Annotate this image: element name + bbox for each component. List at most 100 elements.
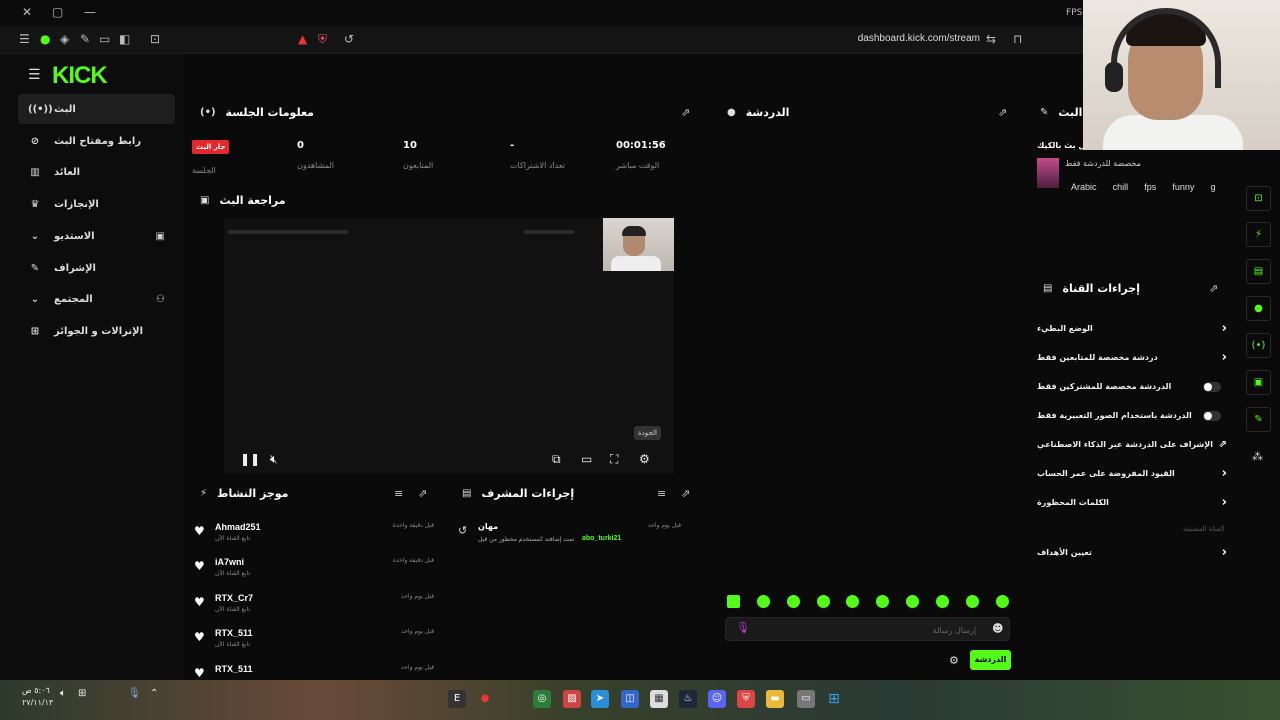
microphone-tray-icon[interactable]: 🎙︎ xyxy=(128,688,141,699)
wrench-icon[interactable]: ✎ xyxy=(1246,407,1271,432)
emote-icon[interactable] xyxy=(727,595,740,608)
activity-username[interactable]: Ahmad251 xyxy=(215,522,261,532)
popout-icon[interactable]: ⇗ xyxy=(681,487,690,500)
tabs-icon[interactable]: ▭ xyxy=(99,32,110,46)
kick-logo[interactable]: KICK xyxy=(52,62,108,90)
activity-username[interactable]: iA7wni xyxy=(215,557,244,567)
broadcast-icon[interactable]: (•) xyxy=(1246,333,1271,358)
file-explorer-icon[interactable]: ▬ xyxy=(766,690,784,708)
channel-action-slow-mode[interactable]: الوضع البطيء › xyxy=(1037,320,1227,340)
alert-icon[interactable]: ▲ xyxy=(298,32,307,46)
subscribers-only-toggle[interactable] xyxy=(1203,382,1221,392)
chevron-up-icon[interactable]: ⌃ xyxy=(150,688,158,699)
menu-icon[interactable]: ☰ xyxy=(19,32,30,46)
sidebar-item-stream-key[interactable]: ⊘ رابط ومفتاح البث xyxy=(18,126,175,156)
chat-bubble-icon[interactable]: ● xyxy=(1246,296,1271,321)
volume-icon[interactable]: 🔈︎ xyxy=(60,688,66,699)
mod-action-moderator[interactable]: abo_turki21 xyxy=(582,535,621,542)
channel-action-followers-only[interactable]: دردشة مخصصة للمتابعين فقط › xyxy=(1037,349,1227,369)
epic-games-icon[interactable]: E xyxy=(448,690,466,708)
popout-icon[interactable]: ⇗ xyxy=(998,106,1007,119)
category-name[interactable]: مخصصة للدردشة فقط xyxy=(1065,159,1141,168)
telegram-icon[interactable]: ➤ xyxy=(591,690,609,708)
activity-username[interactable]: RTX_511 xyxy=(215,628,253,638)
sidebar-item-revenue[interactable]: ▥ العائد xyxy=(18,157,175,187)
sidebar-item-studio[interactable]: ⌄ الاستديو ▣ xyxy=(18,221,175,251)
share-icon[interactable]: ⁂ xyxy=(1252,450,1263,463)
filter-icon[interactable]: ≡ xyxy=(394,487,403,500)
emote-icon[interactable] xyxy=(757,595,770,608)
chrome-icon[interactable]: ◎ xyxy=(533,690,551,708)
bookmark-icon[interactable]: ⊓ xyxy=(1013,32,1022,46)
channel-action-ai-moderation[interactable]: الإشراف على الدردشة عبر الذكاء الاصطناعي… xyxy=(1037,436,1227,456)
emote-icon[interactable] xyxy=(876,595,889,608)
chat-message-input[interactable] xyxy=(756,622,976,638)
emote-icon[interactable] xyxy=(817,595,830,608)
popout-icon[interactable]: ⇗ xyxy=(681,106,690,119)
brave-shield-icon[interactable]: ⛨ xyxy=(318,32,327,47)
emote-only-toggle[interactable] xyxy=(1203,411,1221,421)
chevron-right-icon: › xyxy=(1221,350,1227,365)
focus-icon[interactable]: ⊡ xyxy=(1246,186,1271,211)
bolt-icon[interactable]: ⚡ xyxy=(1246,222,1271,247)
pip-icon[interactable]: ⧉ xyxy=(552,452,561,467)
emote-icon[interactable] xyxy=(996,595,1009,608)
sidebar-item-drops[interactable]: ⊞ الإنزالات و الجوائز xyxy=(18,316,175,346)
translate-icon[interactable]: ⇆ xyxy=(986,32,996,46)
emoji-icon[interactable]: ☻ xyxy=(992,622,1003,635)
image-viewer-icon[interactable]: ▨ xyxy=(563,690,581,708)
undo-icon[interactable]: ↺ xyxy=(458,524,467,537)
emote-icon[interactable] xyxy=(936,595,949,608)
mute-icon[interactable]: 🔇︎ xyxy=(270,452,278,467)
activity-username[interactable]: RTX_Cr7 xyxy=(215,593,253,603)
emote-icon[interactable] xyxy=(846,595,859,608)
microphone-icon[interactable]: 🎙︎ xyxy=(736,621,750,634)
calendar-icon[interactable]: ▦ xyxy=(650,690,668,708)
layout-icon[interactable]: ▣ xyxy=(1246,370,1271,395)
chat-send-button[interactable]: الدردشة xyxy=(970,650,1011,670)
emote-icon[interactable] xyxy=(966,595,979,608)
theater-icon[interactable]: ▭ xyxy=(581,452,592,466)
record-icon[interactable]: ● xyxy=(476,690,494,708)
reload-icon[interactable]: ↺ xyxy=(344,32,354,46)
sidebar-item-community[interactable]: ⌄ المجتمع ⚇ xyxy=(18,284,175,314)
steam-icon[interactable]: ♨ xyxy=(679,690,697,708)
windows-start-icon[interactable]: ⊞ xyxy=(825,690,843,708)
chat-settings-icon[interactable]: ⚙ xyxy=(949,654,959,667)
sidebar-item-achievements[interactable]: ♛ الإنجازات xyxy=(18,189,175,219)
stat-viewers: 0 المشاهدون xyxy=(297,140,334,170)
hamburger-icon[interactable]: ☰ xyxy=(28,67,41,83)
restore-window-icon[interactable]: ▢ xyxy=(52,5,63,19)
discord-icon[interactable]: ☺ xyxy=(708,690,726,708)
capture-icon[interactable]: ◫ xyxy=(621,690,639,708)
clipboard-icon[interactable]: ▤ xyxy=(1246,259,1271,284)
network-icon[interactable]: ⊞ xyxy=(78,688,86,699)
pause-icon[interactable]: ❚❚ xyxy=(240,452,260,466)
sidebar-item-moderation[interactable]: ✎ الإشراف xyxy=(18,253,175,283)
emote-icon[interactable] xyxy=(906,595,919,608)
app-icon[interactable]: ▭ xyxy=(797,690,815,708)
close-window-icon[interactable]: ✕ xyxy=(22,5,32,19)
shield-icon[interactable]: ◈ xyxy=(60,32,69,46)
channel-action-banned-words[interactable]: الكلمات المحظورة › xyxy=(1037,494,1227,514)
sidebar-item-stream[interactable]: ((•)) البث xyxy=(18,94,175,124)
pin-icon[interactable]: ✎ xyxy=(80,32,90,46)
channel-action-account-age[interactable]: القيود المفروضة على عمر الحساب › xyxy=(1037,465,1227,485)
settings-gear-icon[interactable]: ⚙ xyxy=(639,452,650,466)
activity-username[interactable]: RTX_511 xyxy=(215,664,253,674)
popout-icon[interactable]: ⇗ xyxy=(1209,282,1218,295)
sidebar-toggle-icon[interactable]: ◧ xyxy=(119,32,130,46)
filter-icon[interactable]: ≡ xyxy=(657,487,666,500)
tag: fps xyxy=(1144,182,1157,192)
fullscreen-icon[interactable]: ⛶ xyxy=(610,452,618,467)
minimize-window-icon[interactable]: — xyxy=(84,5,96,19)
stat-live-time: 00:01:56 الوقت مباشر xyxy=(616,140,666,170)
channel-action-label: الكلمات المحظورة xyxy=(1037,498,1109,507)
channel-action-goals[interactable]: تعيين الأهداف › xyxy=(1037,544,1227,564)
screenshot-icon[interactable]: ⊡ xyxy=(150,32,160,46)
popout-icon[interactable]: ⇗ xyxy=(418,487,427,500)
kick-favicon-icon[interactable]: ● xyxy=(40,32,50,46)
brave-icon[interactable]: ⛨ xyxy=(737,690,755,708)
url-text[interactable]: dashboard.kick.com/stream xyxy=(858,33,980,44)
emote-icon[interactable] xyxy=(787,595,800,608)
